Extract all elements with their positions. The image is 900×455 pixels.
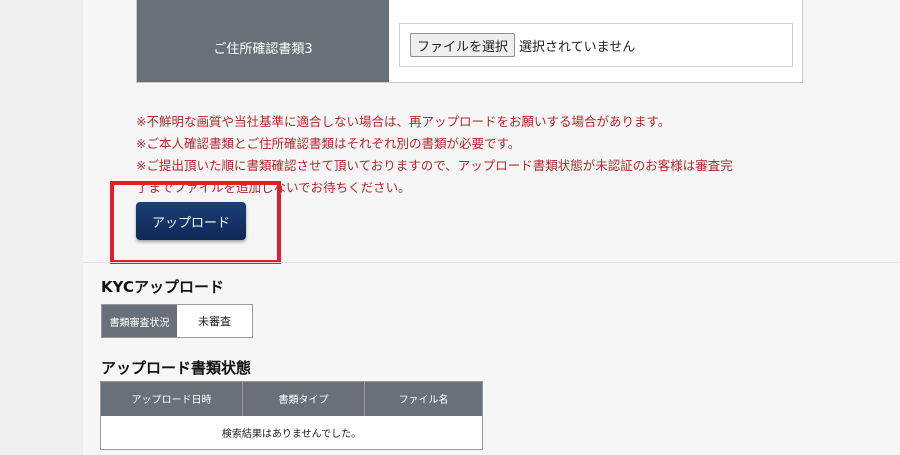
column-header-upload-date: アップロード日時 — [100, 381, 243, 416]
address-doc-3-row: ご住所確認書類3 ファイルを選択 選択されていません — [137, 12, 802, 82]
empty-result-message: 検索結果はありませんでした。 — [100, 415, 483, 450]
address-doc-3-cell: ファイルを選択 選択されていません — [389, 12, 802, 82]
column-header-doc-type: 書類タイプ — [242, 381, 365, 416]
table-row: 検索結果はありませんでした。 — [100, 415, 483, 450]
previous-row-header — [137, 0, 389, 12]
address-doc-3-label: ご住所確認書類3 — [137, 12, 389, 82]
upload-form-table: ご住所確認書類3 ファイルを選択 選択されていません — [136, 0, 803, 83]
kyc-section-title: KYCアップロード — [101, 278, 224, 296]
file-status-text: 選択されていません — [519, 39, 636, 55]
note-line: ※不鮮明な画質や当社基準に適合しない場合は、再アップロードをお願いする場合があり… — [136, 114, 671, 129]
file-input[interactable]: ファイルを選択 選択されていません — [399, 23, 793, 67]
upload-status-title: アップロード書類状態 — [101, 359, 252, 377]
upload-status-table: アップロード日時 書類タイプ ファイル名 検索結果はありませんでした。 — [100, 381, 483, 450]
previous-row-cell — [389, 0, 802, 12]
kyc-status-table: 書類審査状況 未審査 — [101, 304, 253, 338]
kyc-status-header: 書類審査状況 — [102, 305, 177, 337]
note-line: ※ご提出頂いた順に書類確認させて頂いておりますので、アップロード書類状態が未認証… — [136, 158, 733, 173]
column-header-file-name: ファイル名 — [364, 381, 483, 416]
upload-button[interactable]: アップロード — [136, 202, 246, 240]
section-divider — [83, 262, 900, 263]
previous-form-row — [137, 0, 802, 12]
left-gutter — [0, 0, 83, 455]
note-line: ※ご本人確認書類とご住所確認書類はそれぞれ別の書類が必要です。 — [136, 136, 521, 151]
kyc-status-value: 未審査 — [177, 305, 252, 337]
table-header-row: アップロード日時 書類タイプ ファイル名 — [100, 381, 483, 416]
choose-file-button[interactable]: ファイルを選択 — [410, 33, 516, 57]
